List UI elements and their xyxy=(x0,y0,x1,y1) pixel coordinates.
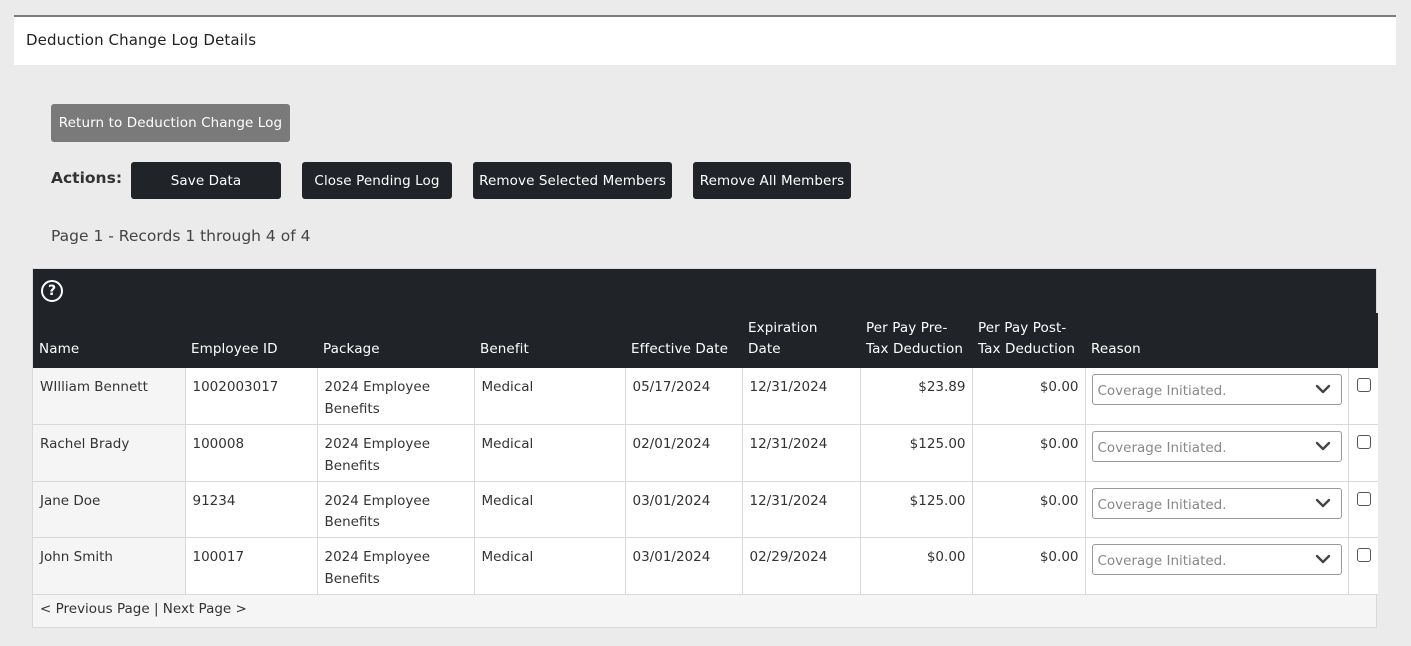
row-select-checkbox[interactable] xyxy=(1356,491,1371,506)
members-grid: ? Name Employee ID Package Benefit Effec… xyxy=(32,268,1378,628)
remove-all-members-button[interactable]: Remove All Members xyxy=(693,162,851,199)
page-header: Deduction Change Log Details xyxy=(14,15,1396,65)
cell-expiration-date: 02/29/2024 xyxy=(742,537,861,595)
reason-select[interactable]: Coverage Initiated. xyxy=(1091,544,1342,575)
cell-select xyxy=(1348,368,1378,425)
cell-name: Jane Doe xyxy=(33,481,186,538)
column-header-reason[interactable]: Reason xyxy=(1085,313,1348,368)
cell-effective-date: 03/01/2024 xyxy=(625,481,743,538)
chevron-down-icon xyxy=(1315,498,1330,507)
previous-page-link[interactable]: < Previous Page xyxy=(40,601,150,617)
chevron-down-icon xyxy=(1315,554,1330,564)
cell-benefit: Medical xyxy=(474,481,626,538)
column-header-package[interactable]: Package xyxy=(317,313,474,368)
cell-post-tax: $0.00 xyxy=(972,424,1086,482)
pager-separator: | xyxy=(153,601,159,617)
chevron-down-icon xyxy=(1315,441,1330,451)
cell-effective-date: 03/01/2024 xyxy=(625,537,743,595)
cell-reason: Coverage Initiated. xyxy=(1085,481,1349,538)
return-to-change-log-button[interactable]: Return to Deduction Change Log xyxy=(51,104,290,142)
cell-expiration-date: 12/31/2024 xyxy=(742,424,861,482)
grid-toolbar: ? xyxy=(33,269,1376,313)
cell-package: 2024 Employee Benefits xyxy=(317,424,475,482)
cell-benefit: Medical xyxy=(474,424,626,482)
cell-package: 2024 Employee Benefits xyxy=(317,368,475,425)
reason-select-value: Coverage Initiated. xyxy=(1097,440,1227,456)
column-header-expiration-date[interactable]: Expiration Date xyxy=(742,313,860,368)
table-header-row: Name Employee ID Package Benefit Effecti… xyxy=(33,313,1378,368)
cell-effective-date: 05/17/2024 xyxy=(625,368,743,425)
remove-selected-members-button[interactable]: Remove Selected Members xyxy=(473,162,672,199)
cell-expiration-date: 12/31/2024 xyxy=(742,481,861,538)
column-header-employee-id[interactable]: Employee ID xyxy=(185,313,317,368)
cell-expiration-date: 12/31/2024 xyxy=(742,368,861,425)
next-page-link[interactable]: Next Page > xyxy=(163,601,247,617)
close-pending-log-button[interactable]: Close Pending Log xyxy=(302,162,452,199)
chevron-down-icon xyxy=(1315,384,1330,394)
cell-pre-tax: $0.00 xyxy=(860,537,973,595)
column-header-name[interactable]: Name xyxy=(33,313,185,368)
column-header-post-tax[interactable]: Per Pay Post-Tax Deduction xyxy=(972,313,1085,368)
pagination: < Previous Page | Next Page > xyxy=(40,601,247,617)
page-title: Deduction Change Log Details xyxy=(26,31,257,49)
cell-select xyxy=(1348,537,1378,595)
cell-reason: Coverage Initiated. xyxy=(1085,424,1349,482)
table-row: John Smith 100017 2024 Employee Benefits… xyxy=(33,537,1378,595)
actions-label: Actions: xyxy=(51,169,123,187)
members-table: Name Employee ID Package Benefit Effecti… xyxy=(33,313,1378,595)
cell-package: 2024 Employee Benefits xyxy=(317,481,475,538)
cell-pre-tax: $125.00 xyxy=(860,424,973,482)
cell-select xyxy=(1348,424,1378,482)
reason-select-value: Coverage Initiated. xyxy=(1097,496,1227,513)
row-select-checkbox[interactable] xyxy=(1356,435,1371,449)
cell-name: John Smith xyxy=(33,537,186,595)
question-circle-icon[interactable]: ? xyxy=(41,280,63,302)
reason-select-value: Coverage Initiated. xyxy=(1097,553,1227,569)
save-data-button[interactable]: Save Data xyxy=(131,162,281,199)
reason-select[interactable]: Coverage Initiated. xyxy=(1091,374,1342,405)
cell-package: 2024 Employee Benefits xyxy=(317,537,475,595)
cell-post-tax: $0.00 xyxy=(972,368,1086,425)
page-info: Page 1 - Records 1 through 4 of 4 xyxy=(51,227,311,245)
cell-post-tax: $0.00 xyxy=(972,537,1086,595)
cell-employee-id: 100008 xyxy=(185,424,318,482)
cell-name: WIlliam Bennett xyxy=(33,368,186,425)
table-row: Jane Doe 91234 2024 Employee Benefits Me… xyxy=(33,481,1378,538)
reason-select-value: Coverage Initiated. xyxy=(1097,383,1227,399)
table-row: Rachel Brady 100008 2024 Employee Benefi… xyxy=(33,424,1378,482)
row-select-checkbox[interactable] xyxy=(1356,378,1371,392)
cell-effective-date: 02/01/2024 xyxy=(625,424,743,482)
column-header-effective-date[interactable]: Effective Date xyxy=(625,313,742,368)
cell-post-tax: $0.00 xyxy=(972,481,1086,538)
cell-select xyxy=(1348,481,1378,538)
table-row: WIlliam Bennett 1002003017 2024 Employee… xyxy=(33,368,1378,425)
column-header-select xyxy=(1348,313,1378,368)
cell-benefit: Medical xyxy=(474,537,626,595)
cell-pre-tax: $23.89 xyxy=(860,368,973,425)
reason-select[interactable]: Coverage Initiated. xyxy=(1091,487,1342,519)
reason-select[interactable]: Coverage Initiated. xyxy=(1091,431,1342,462)
cell-benefit: Medical xyxy=(474,368,626,425)
cell-name: Rachel Brady xyxy=(33,424,186,482)
row-select-checkbox[interactable] xyxy=(1356,548,1371,562)
cell-employee-id: 100017 xyxy=(185,537,318,595)
cell-employee-id: 91234 xyxy=(185,481,318,538)
cell-pre-tax: $125.00 xyxy=(860,481,973,538)
column-header-pre-tax[interactable]: Per Pay Pre-Tax Deduction xyxy=(860,313,972,368)
cell-reason: Coverage Initiated. xyxy=(1085,537,1349,595)
column-header-benefit[interactable]: Benefit xyxy=(474,313,625,368)
cell-reason: Coverage Initiated. xyxy=(1085,368,1349,425)
cell-employee-id: 1002003017 xyxy=(185,368,318,425)
